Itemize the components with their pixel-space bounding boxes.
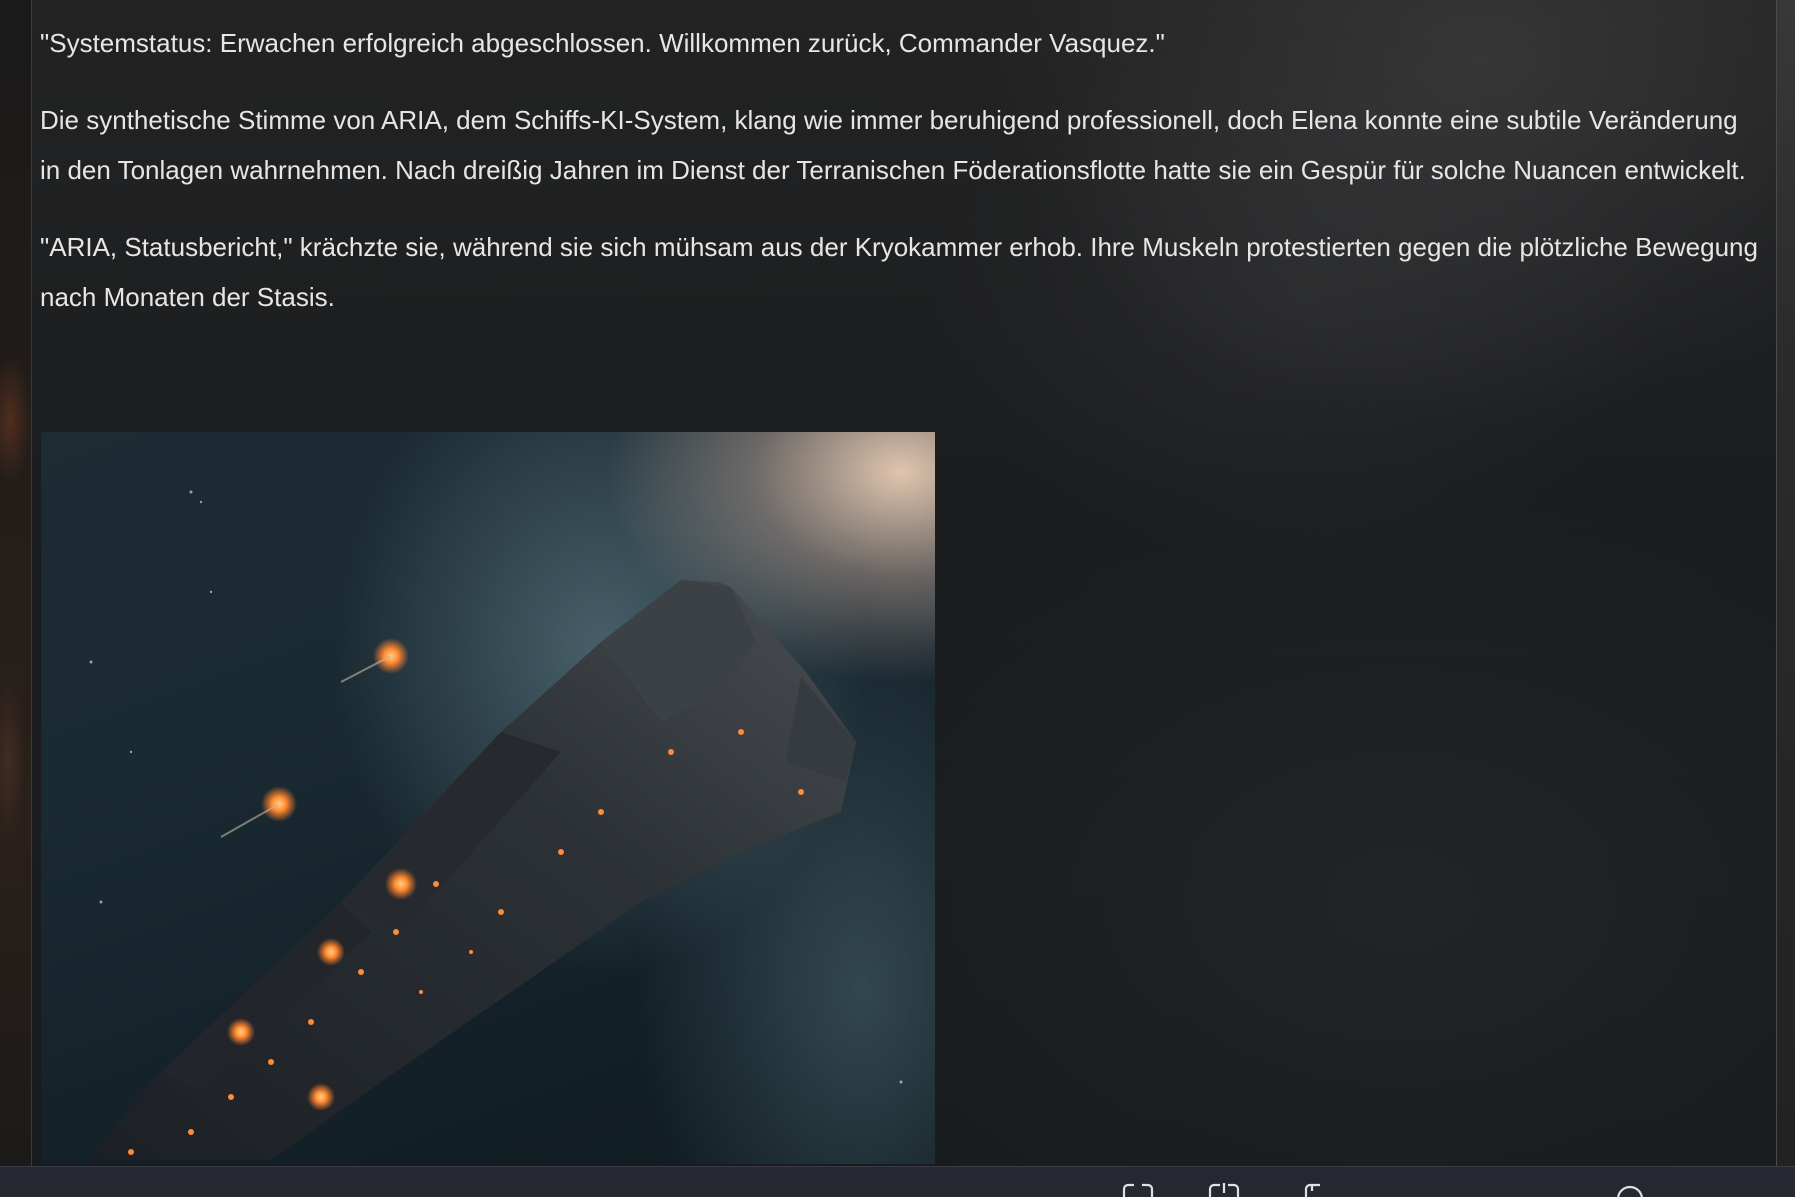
copy-icon[interactable]: [1298, 1183, 1334, 1197]
expand-icon[interactable]: [1120, 1183, 1156, 1197]
sidebar-edge: [0, 0, 32, 1166]
scrollbar[interactable]: [1776, 0, 1795, 1166]
story-paragraph-2: Die synthetische Stimme von ARIA, dem Sc…: [40, 105, 1746, 185]
chat-page: "Systemstatus: Erwachen erfolgreich abge…: [0, 0, 1795, 1197]
info-icon[interactable]: [1612, 1183, 1648, 1197]
story-paragraph-3: "ARIA, Statusbericht," krächzte sie, wäh…: [40, 232, 1758, 312]
edit-branch-icon[interactable]: [1206, 1183, 1242, 1197]
story-paragraph-1: "Systemstatus: Erwachen erfolgreich abge…: [40, 28, 1165, 58]
starship-image[interactable]: [41, 432, 935, 1164]
message-toolbar: [0, 1166, 1795, 1197]
starship-illustration: [86, 490, 903, 1160]
message-content: "Systemstatus: Erwachen erfolgreich abge…: [40, 18, 1760, 349]
